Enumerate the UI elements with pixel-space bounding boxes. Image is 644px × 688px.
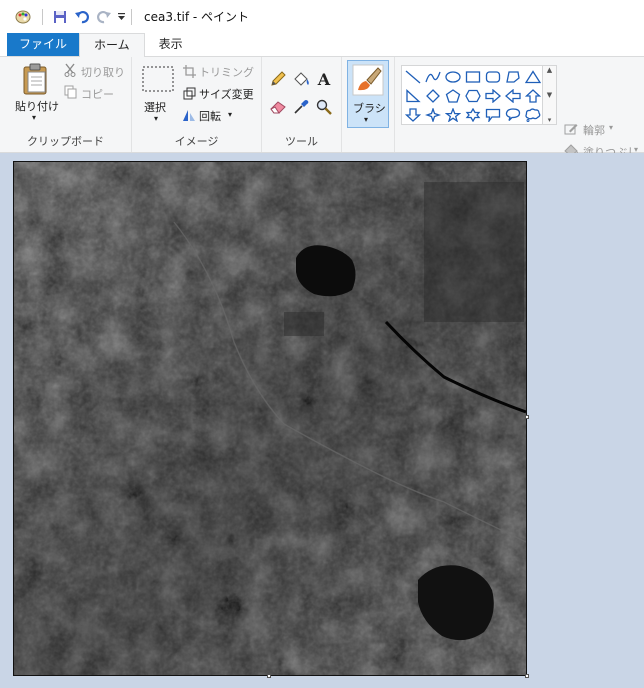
rectangle-shape-icon[interactable] xyxy=(463,67,483,86)
canvas-workspace[interactable] xyxy=(0,153,644,688)
ribbon-tabs: ファイル ホーム 表示 xyxy=(0,33,644,57)
five-point-star-shape-icon[interactable] xyxy=(443,105,463,124)
brush-group: ブラシ ▾ xyxy=(342,57,395,152)
text-tool-icon[interactable]: A xyxy=(315,69,333,89)
resize-button[interactable]: サイズ変更 xyxy=(199,86,254,102)
polygon-shape-icon[interactable] xyxy=(503,67,523,86)
pencil-icon[interactable] xyxy=(269,70,287,88)
oval-shape-icon[interactable] xyxy=(443,67,463,86)
image-group: 選択 ▾ トリミング サイズ変更 回転 ▾ イメージ xyxy=(132,57,262,152)
rotate-dropdown-icon[interactable]: ▾ xyxy=(228,110,232,119)
tab-file[interactable]: ファイル xyxy=(7,33,80,56)
image-canvas[interactable] xyxy=(13,161,527,676)
clipboard-group: 貼り付け ▾ 切り取り コピー クリップボード xyxy=(0,57,132,152)
scroll-down-icon[interactable]: ▼ xyxy=(547,91,552,99)
four-point-star-shape-icon[interactable] xyxy=(423,105,443,124)
select-button[interactable]: 選択 xyxy=(144,99,166,115)
tab-home[interactable]: ホーム xyxy=(79,33,145,57)
brush-dropdown-icon: ▾ xyxy=(364,115,369,124)
ribbon-home: 貼り付け ▾ 切り取り コピー クリップボード 選択 ▾ トリミング サイズ変更… xyxy=(0,57,644,209)
color-picker-icon[interactable] xyxy=(292,98,310,116)
crop-button[interactable]: トリミング xyxy=(199,64,254,80)
magnifier-icon[interactable] xyxy=(315,98,333,116)
triangle-shape-icon[interactable] xyxy=(523,67,543,86)
undo-icon[interactable] xyxy=(73,8,91,26)
left-arrow-shape-icon[interactable] xyxy=(503,86,523,105)
cut-button[interactable]: 切り取り xyxy=(81,64,125,80)
resize-handle-bottom[interactable] xyxy=(267,674,271,678)
copy-icon[interactable] xyxy=(63,85,77,99)
paste-button[interactable]: 貼り付け xyxy=(15,98,59,114)
shapes-expand-icon[interactable]: ▾ xyxy=(548,116,552,124)
tab-view[interactable]: 表示 xyxy=(145,33,197,56)
shapes-gallery xyxy=(401,65,543,125)
rectangular-callout-shape-icon[interactable] xyxy=(483,105,503,124)
rounded-rectangle-shape-icon[interactable] xyxy=(483,67,503,86)
tools-group: A ツール xyxy=(262,57,342,152)
brush-label: ブラシ xyxy=(353,102,386,115)
six-point-star-shape-icon[interactable] xyxy=(463,105,483,124)
line-shape-icon[interactable] xyxy=(403,67,423,86)
select-icon[interactable] xyxy=(142,66,174,92)
brush-button[interactable]: ブラシ ▾ xyxy=(347,60,389,128)
resize-icon[interactable] xyxy=(182,86,196,100)
eraser-icon[interactable] xyxy=(269,98,287,116)
resize-handle-corner[interactable] xyxy=(525,674,529,678)
right-arrow-shape-icon[interactable] xyxy=(483,86,503,105)
rotate-icon[interactable] xyxy=(182,108,196,122)
paste-icon[interactable] xyxy=(20,63,52,95)
customize-toolbar-icon[interactable] xyxy=(115,8,127,26)
outline-button[interactable]: 輪郭 xyxy=(583,122,605,138)
cloud-callout-shape-icon[interactable] xyxy=(523,105,543,124)
resize-handle-right[interactable] xyxy=(525,415,529,419)
crop-icon[interactable] xyxy=(182,64,196,78)
title-bar: cea3.tif - ペイント xyxy=(0,0,644,33)
image-group-label: イメージ xyxy=(174,135,219,148)
window-title: cea3.tif - ペイント xyxy=(144,10,250,24)
down-arrow-shape-icon[interactable] xyxy=(403,105,423,124)
copy-button[interactable]: コピー xyxy=(81,86,114,102)
outline-icon[interactable] xyxy=(563,121,579,135)
satellite-image xyxy=(14,162,526,675)
diamond-shape-icon[interactable] xyxy=(423,86,443,105)
title-separator xyxy=(42,8,43,25)
fill-bucket-icon[interactable] xyxy=(292,70,310,88)
rotate-button[interactable]: 回転 xyxy=(199,108,221,124)
tools-group-label: ツール xyxy=(285,135,318,148)
paste-dropdown-icon[interactable]: ▾ xyxy=(32,113,36,122)
oval-callout-shape-icon[interactable] xyxy=(503,105,523,124)
shapes-scrollbar[interactable]: ▲ ▼ ▾ xyxy=(543,65,557,125)
select-dropdown-icon[interactable]: ▾ xyxy=(154,114,158,123)
right-triangle-shape-icon[interactable] xyxy=(403,86,423,105)
brush-icon xyxy=(352,64,384,96)
scroll-up-icon[interactable]: ▲ xyxy=(547,66,552,74)
pentagon-shape-icon[interactable] xyxy=(443,86,463,105)
paint-app-icon[interactable] xyxy=(14,8,32,26)
curve-shape-icon[interactable] xyxy=(423,67,443,86)
clipboard-group-label: クリップボード xyxy=(27,135,104,148)
cut-icon[interactable] xyxy=(63,63,77,77)
hexagon-shape-icon[interactable] xyxy=(463,86,483,105)
title-separator xyxy=(131,8,132,25)
redo-icon[interactable] xyxy=(95,8,113,26)
up-arrow-shape-icon[interactable] xyxy=(523,86,543,105)
outline-dropdown-icon[interactable]: ▾ xyxy=(609,123,613,132)
save-icon[interactable] xyxy=(51,8,69,26)
